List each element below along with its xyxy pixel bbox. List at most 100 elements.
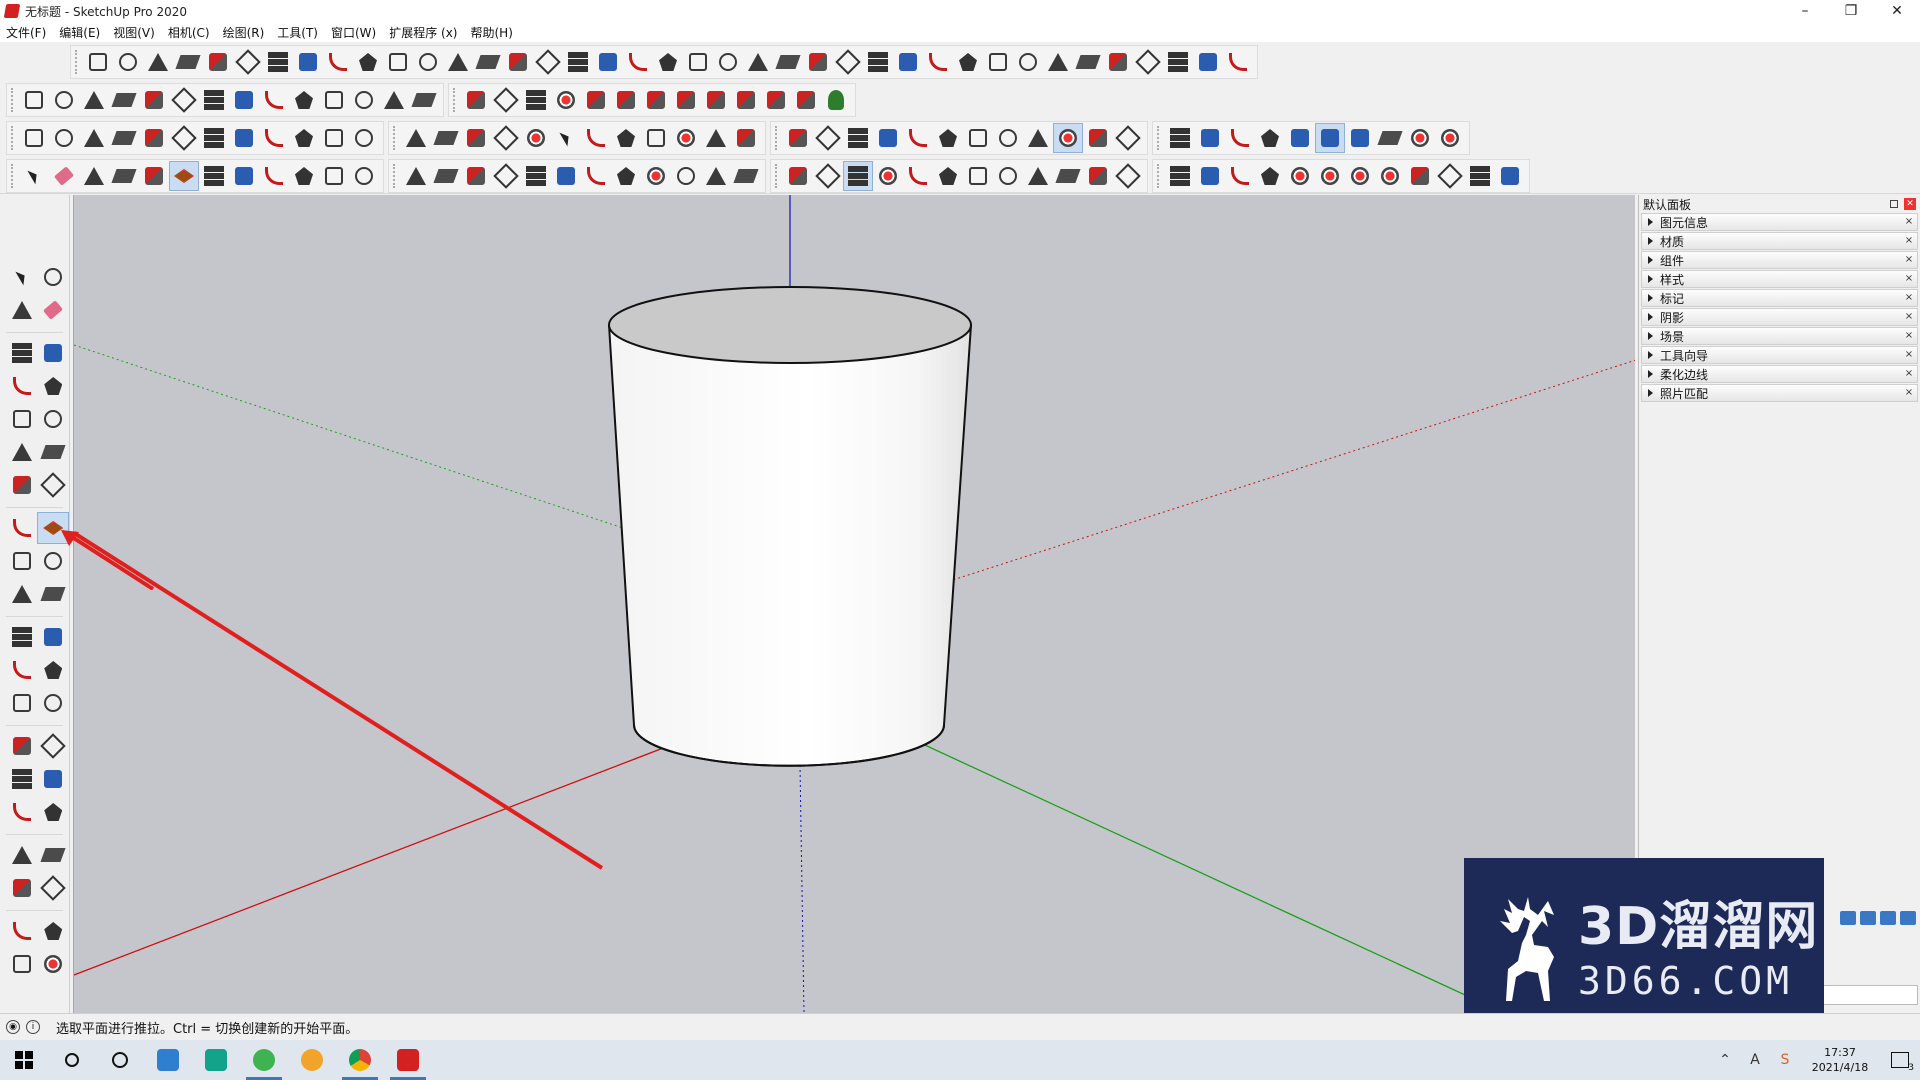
section-close-icon[interactable]: ×: [1903, 311, 1915, 323]
arc-button[interactable]: [6, 436, 38, 468]
component-button[interactable]: [38, 261, 70, 293]
push-down-button[interactable]: [731, 123, 761, 153]
sphere-button[interactable]: [323, 47, 353, 77]
stack3-button[interactable]: [1195, 123, 1225, 153]
pan-button[interactable]: [461, 161, 491, 191]
panel-section[interactable]: 柔化边线 ×: [1641, 365, 1918, 383]
move-button[interactable]: [229, 161, 259, 191]
rectangle-button[interactable]: [6, 370, 38, 402]
menu-window[interactable]: 窗口(W): [331, 24, 376, 41]
freehand-button[interactable]: [109, 85, 139, 115]
left-button[interactable]: [1083, 161, 1113, 191]
polygon-ext-button[interactable]: [229, 85, 259, 115]
toolbar-grip[interactable]: [393, 126, 397, 150]
grid-view-button[interactable]: [431, 123, 461, 153]
box-button[interactable]: [293, 47, 323, 77]
zoom-window-button[interactable]: [79, 123, 109, 153]
3d-text-button[interactable]: [38, 687, 70, 719]
key-button[interactable]: [993, 123, 1023, 153]
orbit-button[interactable]: [19, 123, 49, 153]
push-v-button[interactable]: [671, 85, 701, 115]
panel-section[interactable]: 照片匹配 ×: [1641, 384, 1918, 402]
spiral-button[interactable]: [349, 85, 379, 115]
push-n-button[interactable]: [701, 85, 731, 115]
protractor-button[interactable]: [6, 654, 38, 686]
ellipse-ext-button[interactable]: [259, 85, 289, 115]
panel-section[interactable]: 材质 ×: [1641, 232, 1918, 250]
wall-button[interactable]: [1103, 47, 1133, 77]
section-close-icon[interactable]: ×: [1903, 368, 1915, 380]
zoom-button[interactable]: [49, 123, 79, 153]
xray-button[interactable]: [731, 161, 761, 191]
arcs-button[interactable]: [379, 85, 409, 115]
extension-button[interactable]: [581, 161, 611, 191]
section-close-icon[interactable]: ×: [1903, 387, 1915, 399]
ruby-gem-button[interactable]: [641, 161, 671, 191]
push-e-button[interactable]: [611, 85, 641, 115]
dimension-button[interactable]: [38, 621, 70, 653]
cage-button[interactable]: [1163, 47, 1193, 77]
circle-button[interactable]: [139, 161, 169, 191]
section-close-icon[interactable]: ×: [1903, 216, 1915, 228]
zoom-window-button[interactable]: [38, 763, 70, 795]
circle-button[interactable]: [6, 403, 38, 435]
toolbar-grip[interactable]: [1157, 164, 1161, 188]
eraser-button[interactable]: [49, 161, 79, 191]
toolbar-grip[interactable]: [393, 164, 397, 188]
offset-button[interactable]: [443, 47, 473, 77]
line-ext-button[interactable]: [409, 85, 439, 115]
sogou-icon[interactable]: S: [1777, 1052, 1793, 1068]
select-button[interactable]: [19, 161, 49, 191]
panel-section[interactable]: 图元信息 ×: [1641, 213, 1918, 231]
column-button[interactable]: [563, 47, 593, 77]
menu-edit[interactable]: 编辑(E): [59, 24, 100, 41]
cylinder-body[interactable]: [607, 324, 973, 767]
zoom-extents-button[interactable]: [109, 123, 139, 153]
footprints-button[interactable]: [259, 123, 289, 153]
follow-me-button[interactable]: [199, 161, 229, 191]
section-button[interactable]: [289, 123, 319, 153]
user-button[interactable]: [671, 161, 701, 191]
three-point-arc-button[interactable]: [6, 469, 38, 501]
table-button[interactable]: [401, 123, 431, 153]
zoom-extents-button[interactable]: [6, 796, 38, 828]
tape-button[interactable]: [319, 161, 349, 191]
solid-button[interactable]: [893, 47, 923, 77]
section-plane-button[interactable]: [38, 872, 70, 904]
section-close-icon[interactable]: ×: [1903, 254, 1915, 266]
menu-file[interactable]: 文件(F): [6, 24, 46, 41]
wall-view-button[interactable]: [933, 123, 963, 153]
hidden-line-button[interactable]: [813, 161, 843, 191]
start-button[interactable]: [0, 1040, 48, 1080]
building-button[interactable]: [1223, 47, 1253, 77]
draw-button[interactable]: [83, 47, 113, 77]
group2-button[interactable]: [1165, 161, 1195, 191]
menu-camera[interactable]: 相机(C): [168, 24, 210, 41]
twist-button[interactable]: [1133, 47, 1163, 77]
toolbar-grip[interactable]: [1157, 126, 1161, 150]
dup-button[interactable]: [843, 123, 873, 153]
stack4-button[interactable]: [1225, 123, 1255, 153]
toolbar-grip[interactable]: [11, 164, 15, 188]
fillet-button[interactable]: [383, 47, 413, 77]
cone-button[interactable]: [533, 47, 563, 77]
polygon-button[interactable]: [38, 403, 70, 435]
blue-cube-button[interactable]: [1285, 123, 1315, 153]
wireframe-button[interactable]: [783, 161, 813, 191]
lattice-button[interactable]: [1193, 47, 1223, 77]
info-icon[interactable]: i: [26, 1020, 40, 1034]
stack-button[interactable]: [1113, 123, 1143, 153]
position-camera-button[interactable]: [6, 839, 38, 871]
previous-view-button[interactable]: [38, 796, 70, 828]
shirt-icon[interactable]: [1880, 911, 1896, 925]
axes-button[interactable]: [1255, 123, 1285, 153]
two-point-arc-button[interactable]: [38, 436, 70, 468]
paint-button[interactable]: [401, 161, 431, 191]
drawing-viewport[interactable]: [73, 195, 1635, 1013]
blue-cube3-button[interactable]: [1345, 123, 1375, 153]
section-fill-button[interactable]: [319, 123, 349, 153]
gear-shape-button[interactable]: [203, 47, 233, 77]
paint-view-button[interactable]: [611, 123, 641, 153]
menu-extensions[interactable]: 扩展程序 (x): [389, 24, 457, 41]
slice-button[interactable]: [743, 47, 773, 77]
